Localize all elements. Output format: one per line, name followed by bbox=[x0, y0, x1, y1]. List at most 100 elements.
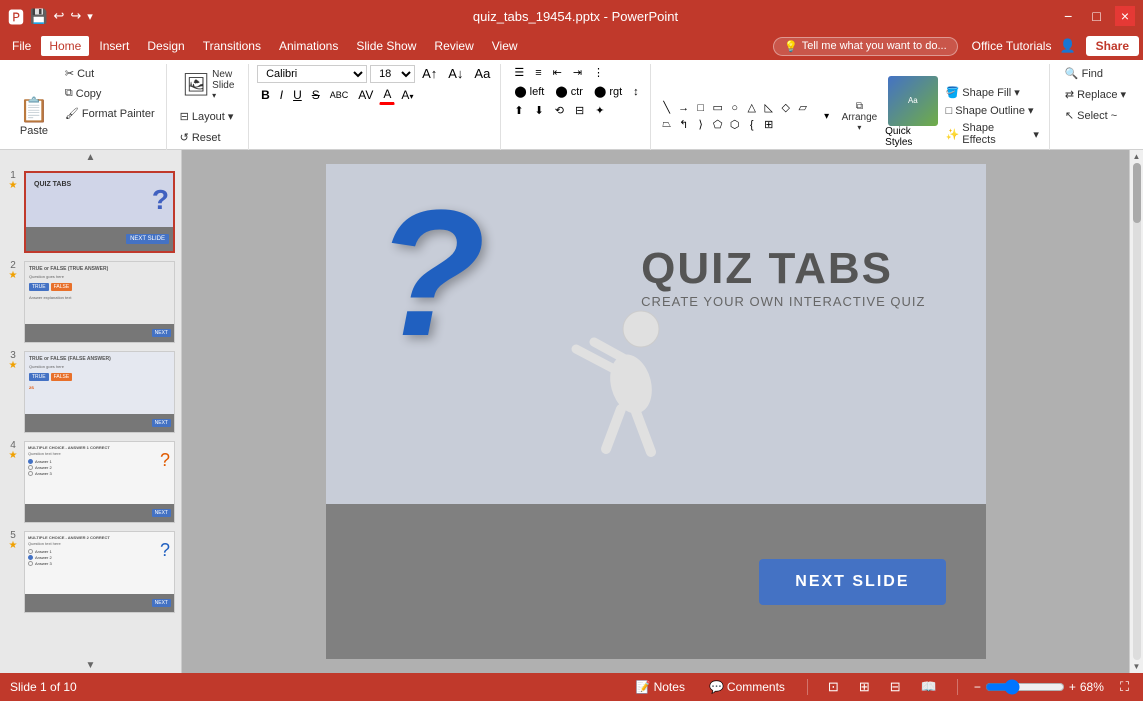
scroll-down-arrow[interactable]: ▼ bbox=[0, 658, 181, 673]
menu-insert[interactable]: Insert bbox=[91, 36, 137, 56]
highlight-button[interactable]: A▾ bbox=[397, 86, 417, 104]
redo-icon[interactable]: ↪ bbox=[70, 8, 81, 24]
shape-para[interactable]: ▱ bbox=[795, 100, 811, 116]
minimize-button[interactable]: − bbox=[1058, 6, 1078, 26]
font-size-select[interactable]: 18 bbox=[370, 65, 415, 83]
vertical-scroll-track[interactable] bbox=[1133, 163, 1141, 660]
zoom-slider[interactable] bbox=[985, 679, 1065, 695]
decrease-font-button[interactable]: A↓ bbox=[444, 64, 467, 83]
share-button[interactable]: Share bbox=[1086, 36, 1139, 56]
shape-fill-button[interactable]: 🪣 Shape Fill ▾ bbox=[942, 84, 1043, 101]
slide-item-2[interactable]: 2 ★ TRUE or FALSE (TRUE ANSWER) Question… bbox=[4, 259, 177, 345]
shape-bend-arrow[interactable]: ↰ bbox=[676, 117, 692, 133]
maximize-button[interactable]: □ bbox=[1086, 6, 1106, 26]
find-button[interactable]: 🔍 Find bbox=[1058, 64, 1133, 83]
shape-rect[interactable]: □ bbox=[693, 100, 709, 116]
copy-button[interactable]: ⧉ Copy bbox=[60, 84, 160, 103]
canvas-area[interactable]: ? bbox=[182, 150, 1129, 673]
text-direction-button[interactable]: ⟲ bbox=[550, 102, 569, 119]
shape-trap[interactable]: ⏢ bbox=[659, 117, 675, 133]
grid-view-button[interactable]: ⊞ bbox=[855, 677, 874, 697]
increase-indent-button[interactable]: ⇥ bbox=[568, 64, 587, 81]
shape-line[interactable]: ╲ bbox=[659, 100, 675, 116]
shape-round-rect[interactable]: ▭ bbox=[710, 100, 726, 116]
slide-item-4[interactable]: 4 ★ MULTIPLE CHOICE - ANSWER 1 CORRECT Q… bbox=[4, 439, 177, 525]
text-align-vert-button[interactable]: ⊟ bbox=[570, 102, 589, 119]
slide-item-1[interactable]: 1 ★ QUIZ TABS ? NEXT SLIDE bbox=[4, 169, 177, 255]
menu-design[interactable]: Design bbox=[139, 36, 192, 56]
menu-review[interactable]: Review bbox=[426, 36, 481, 56]
slide-item-3[interactable]: 3 ★ TRUE or FALSE (FALSE ANSWER) Questio… bbox=[4, 349, 177, 435]
shape-rt-tri[interactable]: ◺ bbox=[761, 100, 777, 116]
notes-button[interactable]: 📝 Notes bbox=[630, 678, 691, 696]
layout-button[interactable]: ⊟ Layout ▾ bbox=[175, 107, 242, 126]
save-icon[interactable]: 💾 bbox=[30, 8, 47, 25]
shape-effects-button[interactable]: ✨ Shape Effects ▾ bbox=[942, 120, 1043, 148]
strikethrough-button[interactable]: S bbox=[308, 86, 324, 104]
shape-penta[interactable]: ⬠ bbox=[710, 117, 726, 133]
arrange-button[interactable]: ⧉ Arrange ▾ bbox=[835, 96, 884, 137]
spacing-button[interactable]: AV bbox=[354, 86, 377, 104]
tell-me-input[interactable]: 💡 Tell me what you want to do... bbox=[773, 37, 958, 56]
cut-button[interactable]: ✂ Cut bbox=[60, 64, 160, 83]
columns-button[interactable]: ⋮ bbox=[588, 64, 609, 81]
slide-thumb-1[interactable]: QUIZ TABS ? NEXT SLIDE bbox=[24, 171, 175, 253]
comments-button[interactable]: 💬 Comments bbox=[703, 678, 791, 696]
reading-view-button[interactable]: 📖 bbox=[917, 677, 941, 697]
scroll-up-button[interactable]: ▲ bbox=[1133, 152, 1141, 161]
bold-button[interactable]: B bbox=[257, 86, 274, 104]
decrease-indent-button[interactable]: ⇤ bbox=[548, 64, 567, 81]
shapes-expand-button[interactable]: ▾ bbox=[820, 108, 834, 124]
increase-font-button[interactable]: A↑ bbox=[418, 64, 441, 83]
fit-slide-button[interactable]: ⛶ bbox=[1116, 677, 1133, 697]
vertical-scroll-thumb[interactable] bbox=[1133, 163, 1141, 223]
menu-home[interactable]: Home bbox=[41, 36, 89, 56]
clear-format-button[interactable]: Aa bbox=[470, 64, 494, 83]
reset-button[interactable]: ↺ Reset bbox=[175, 128, 242, 147]
slide-item-5[interactable]: 5 ★ MULTIPLE CHOICE - ANSWER 2 CORRECT Q… bbox=[4, 529, 177, 615]
shape-brace[interactable]: { bbox=[744, 117, 760, 133]
office-tutorials-link[interactable]: Office Tutorials bbox=[972, 39, 1052, 53]
scroll-up-arrow[interactable]: ▲ bbox=[0, 150, 181, 165]
normal-view-button[interactable]: ⊡ bbox=[824, 677, 843, 697]
undo-icon[interactable]: ↩ bbox=[53, 8, 64, 24]
smartart-button[interactable]: ✦ bbox=[590, 102, 609, 119]
align-center-button[interactable]: ⬤ ctr bbox=[550, 83, 588, 100]
slide-thumb-4[interactable]: MULTIPLE CHOICE - ANSWER 1 CORRECT Quest… bbox=[24, 441, 175, 523]
numbering-button[interactable]: ≡ bbox=[530, 65, 546, 81]
format-painter-button[interactable]: 🖌 Format Painter bbox=[60, 104, 160, 123]
align-left-button[interactable]: ⬤ left bbox=[509, 83, 549, 100]
menu-view[interactable]: View bbox=[484, 36, 526, 56]
new-slide-button[interactable]: 🖼 New Slide ▾ bbox=[175, 64, 242, 105]
shape-arrow[interactable]: → bbox=[676, 100, 692, 116]
menu-animations[interactable]: Animations bbox=[271, 36, 346, 56]
menu-transitions[interactable]: Transitions bbox=[195, 36, 269, 56]
font-color-button[interactable]: A bbox=[379, 85, 395, 105]
zoom-out-button[interactable]: − bbox=[974, 680, 981, 694]
outline-view-button[interactable]: ⊟ bbox=[886, 677, 905, 697]
italic-button[interactable]: I bbox=[276, 86, 287, 104]
replace-button[interactable]: ⇄ Replace ▾ bbox=[1058, 85, 1133, 104]
shape-ellipse[interactable]: ○ bbox=[727, 100, 743, 116]
smallcaps-button[interactable]: ABC bbox=[326, 88, 353, 102]
underline-button[interactable]: U bbox=[289, 86, 306, 104]
shape-triangle[interactable]: △ bbox=[744, 100, 760, 116]
scroll-down-button[interactable]: ▼ bbox=[1133, 662, 1141, 671]
bullets-button[interactable]: ☰ bbox=[509, 64, 529, 81]
quick-styles-button[interactable]: Aa Quick Styles ▾ bbox=[885, 76, 940, 157]
zoom-in-button[interactable]: + bbox=[1069, 680, 1076, 694]
select-button[interactable]: ↖ Select ~ bbox=[1058, 106, 1133, 125]
decrease-spacing-button[interactable]: ⬇ bbox=[530, 102, 549, 119]
slide-thumb-5[interactable]: MULTIPLE CHOICE - ANSWER 2 CORRECT Quest… bbox=[24, 531, 175, 613]
menu-file[interactable]: File bbox=[4, 36, 39, 56]
shape-notch[interactable]: ⟩ bbox=[693, 117, 709, 133]
shape-expand[interactable]: ⊞ bbox=[761, 117, 777, 133]
font-family-select[interactable]: Calibri bbox=[257, 65, 367, 83]
line-spacing-button[interactable]: ↕ bbox=[628, 84, 644, 100]
shape-outline-button[interactable]: □ Shape Outline ▾ bbox=[942, 102, 1043, 119]
align-right-button[interactable]: ⬤ rgt bbox=[589, 83, 627, 100]
slide-thumb-2[interactable]: TRUE or FALSE (TRUE ANSWER) Question goe… bbox=[24, 261, 175, 343]
increase-spacing-button[interactable]: ⬆ bbox=[509, 102, 528, 119]
shape-diamond[interactable]: ◇ bbox=[778, 100, 794, 116]
close-button[interactable]: × bbox=[1115, 6, 1135, 26]
